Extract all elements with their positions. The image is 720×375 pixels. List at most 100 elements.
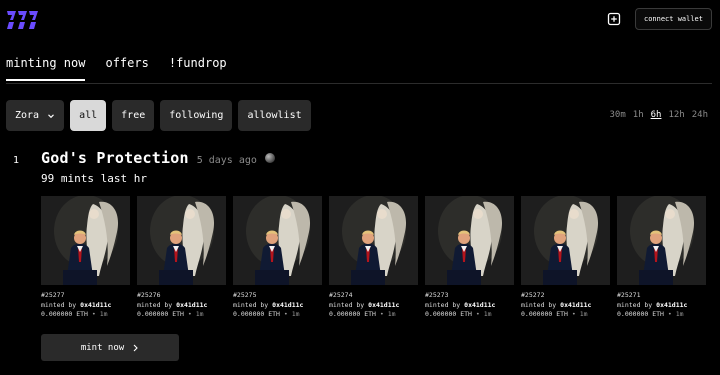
header-actions: connect wallet bbox=[607, 8, 712, 30]
token-card[interactable]: #25274 minted by 0x41d11c 0.000000 ETH •… bbox=[329, 196, 418, 320]
token-card[interactable]: #25277 minted by 0x41d11c 0.000000 ETH •… bbox=[41, 196, 130, 320]
token-age: 1m bbox=[483, 310, 492, 318]
dot-separator: • bbox=[475, 310, 480, 318]
time-1h[interactable]: 1h bbox=[633, 110, 644, 120]
tab-offers[interactable]: offers bbox=[105, 56, 148, 81]
token-price-line: 0.000000 ETH • 1m bbox=[137, 310, 226, 320]
artwork-image bbox=[137, 196, 226, 285]
time-30m[interactable]: 30m bbox=[610, 110, 626, 120]
token-meta: #25274 minted by 0x41d11c 0.000000 ETH •… bbox=[329, 291, 418, 320]
artwork-image bbox=[617, 196, 706, 285]
minted-by-label: minted by bbox=[521, 300, 557, 309]
mint-now-button[interactable]: mint now bbox=[41, 334, 179, 361]
time-6h[interactable]: 6h bbox=[651, 110, 662, 120]
collection-title[interactable]: God's Protection bbox=[41, 149, 189, 167]
time-24h[interactable]: 24h bbox=[692, 110, 708, 120]
tab-fundrop[interactable]: !fundrop bbox=[169, 56, 227, 81]
filter-following[interactable]: following bbox=[160, 100, 233, 131]
dot-separator: • bbox=[379, 310, 384, 318]
token-artwork[interactable] bbox=[329, 196, 418, 285]
network-select-label: Zora bbox=[15, 110, 40, 121]
add-square-icon[interactable] bbox=[607, 12, 621, 26]
token-id: #25274 bbox=[329, 291, 353, 299]
token-meta: #25272 minted by 0x41d11c 0.000000 ETH •… bbox=[521, 291, 610, 320]
token-id: #25272 bbox=[521, 291, 545, 299]
token-minter-line: minted by 0x41d11c bbox=[617, 301, 706, 311]
token-id: #25273 bbox=[425, 291, 449, 299]
token-card-list: #25277 minted by 0x41d11c 0.000000 ETH •… bbox=[41, 196, 706, 320]
network-select[interactable]: Zora bbox=[6, 100, 65, 131]
token-age: 1m bbox=[675, 310, 684, 318]
minter-address[interactable]: 0x41d11c bbox=[80, 301, 111, 309]
minter-address[interactable]: 0x41d11c bbox=[176, 301, 207, 309]
token-card[interactable]: #25272 minted by 0x41d11c 0.000000 ETH •… bbox=[521, 196, 610, 320]
token-minter-line: minted by 0x41d11c bbox=[329, 301, 418, 311]
token-meta: #25276 minted by 0x41d11c 0.000000 ETH •… bbox=[137, 291, 226, 320]
main-tabs: minting now offers !fundrop bbox=[6, 56, 227, 81]
token-price-line: 0.000000 ETH • 1m bbox=[41, 310, 130, 320]
token-price-line: 0.000000 ETH • 1m bbox=[233, 310, 322, 320]
token-artwork[interactable] bbox=[233, 196, 322, 285]
minted-by-label: minted by bbox=[137, 300, 173, 309]
artwork-image bbox=[41, 196, 130, 285]
token-age: 1m bbox=[195, 310, 204, 318]
minted-by-label: minted by bbox=[425, 300, 461, 309]
artwork-image bbox=[233, 196, 322, 285]
time-range-selector: 30m 1h 6h 12h 24h bbox=[610, 110, 708, 120]
token-price: 0.000000 ETH bbox=[137, 310, 184, 318]
filter-free[interactable]: free bbox=[112, 100, 155, 131]
token-id: #25275 bbox=[233, 291, 257, 299]
token-age: 1m bbox=[579, 310, 588, 318]
token-id: #25271 bbox=[617, 291, 641, 299]
mint-fun-logo[interactable] bbox=[6, 10, 40, 30]
minted-by-label: minted by bbox=[41, 300, 77, 309]
mint-now-label: mint now bbox=[80, 342, 125, 353]
token-age: 1m bbox=[99, 310, 108, 318]
token-card[interactable]: #25275 minted by 0x41d11c 0.000000 ETH •… bbox=[233, 196, 322, 320]
token-age: 1m bbox=[291, 310, 300, 318]
dot-separator: • bbox=[283, 310, 288, 318]
token-price: 0.000000 ETH bbox=[521, 310, 568, 318]
token-card[interactable]: #25273 minted by 0x41d11c 0.000000 ETH •… bbox=[425, 196, 514, 320]
minted-by-label: minted by bbox=[617, 300, 653, 309]
token-artwork[interactable] bbox=[521, 196, 610, 285]
minted-by-label: minted by bbox=[233, 300, 269, 309]
token-card[interactable]: #25271 minted by 0x41d11c 0.000000 ETH •… bbox=[617, 196, 706, 320]
connect-wallet-button[interactable]: connect wallet bbox=[634, 8, 712, 30]
minter-address[interactable]: 0x41d11c bbox=[656, 301, 687, 309]
filter-allowlist[interactable]: allowlist bbox=[238, 100, 311, 131]
tab-minting-now[interactable]: minting now bbox=[6, 56, 86, 81]
token-minter-line: minted by 0x41d11c bbox=[521, 301, 610, 311]
minter-address[interactable]: 0x41d11c bbox=[368, 301, 399, 309]
token-artwork[interactable] bbox=[617, 196, 706, 285]
zora-orb-icon bbox=[264, 153, 275, 163]
token-artwork[interactable] bbox=[425, 196, 514, 285]
token-meta: #25273 minted by 0x41d11c 0.000000 ETH •… bbox=[425, 291, 514, 320]
token-artwork[interactable] bbox=[41, 196, 130, 285]
artwork-image bbox=[521, 196, 610, 285]
dot-separator: • bbox=[187, 310, 192, 318]
token-age: 1m bbox=[387, 310, 396, 318]
token-price: 0.000000 ETH bbox=[233, 310, 280, 318]
token-artwork[interactable] bbox=[137, 196, 226, 285]
time-12h[interactable]: 12h bbox=[668, 110, 684, 120]
minter-address[interactable]: 0x41d11c bbox=[272, 301, 303, 309]
minter-address[interactable]: 0x41d11c bbox=[464, 301, 495, 309]
artwork-image bbox=[425, 196, 514, 285]
token-price: 0.000000 ETH bbox=[41, 310, 88, 318]
token-minter-line: minted by 0x41d11c bbox=[233, 301, 322, 311]
tabs-divider bbox=[6, 83, 712, 84]
token-minter-line: minted by 0x41d11c bbox=[41, 301, 130, 311]
filter-bar: Zora all free following allowlist bbox=[6, 100, 311, 131]
token-card[interactable]: #25276 minted by 0x41d11c 0.000000 ETH •… bbox=[137, 196, 226, 320]
filter-all[interactable]: all bbox=[70, 100, 107, 131]
token-meta: #25275 minted by 0x41d11c 0.000000 ETH •… bbox=[233, 291, 322, 320]
token-id: #25276 bbox=[137, 291, 161, 299]
artwork-image bbox=[329, 196, 418, 285]
token-price-line: 0.000000 ETH • 1m bbox=[425, 310, 514, 320]
collection-header: God's Protection 5 days ago bbox=[41, 149, 275, 167]
token-price: 0.000000 ETH bbox=[329, 310, 376, 318]
dot-separator: • bbox=[91, 310, 96, 318]
dot-separator: • bbox=[571, 310, 576, 318]
minter-address[interactable]: 0x41d11c bbox=[560, 301, 591, 309]
